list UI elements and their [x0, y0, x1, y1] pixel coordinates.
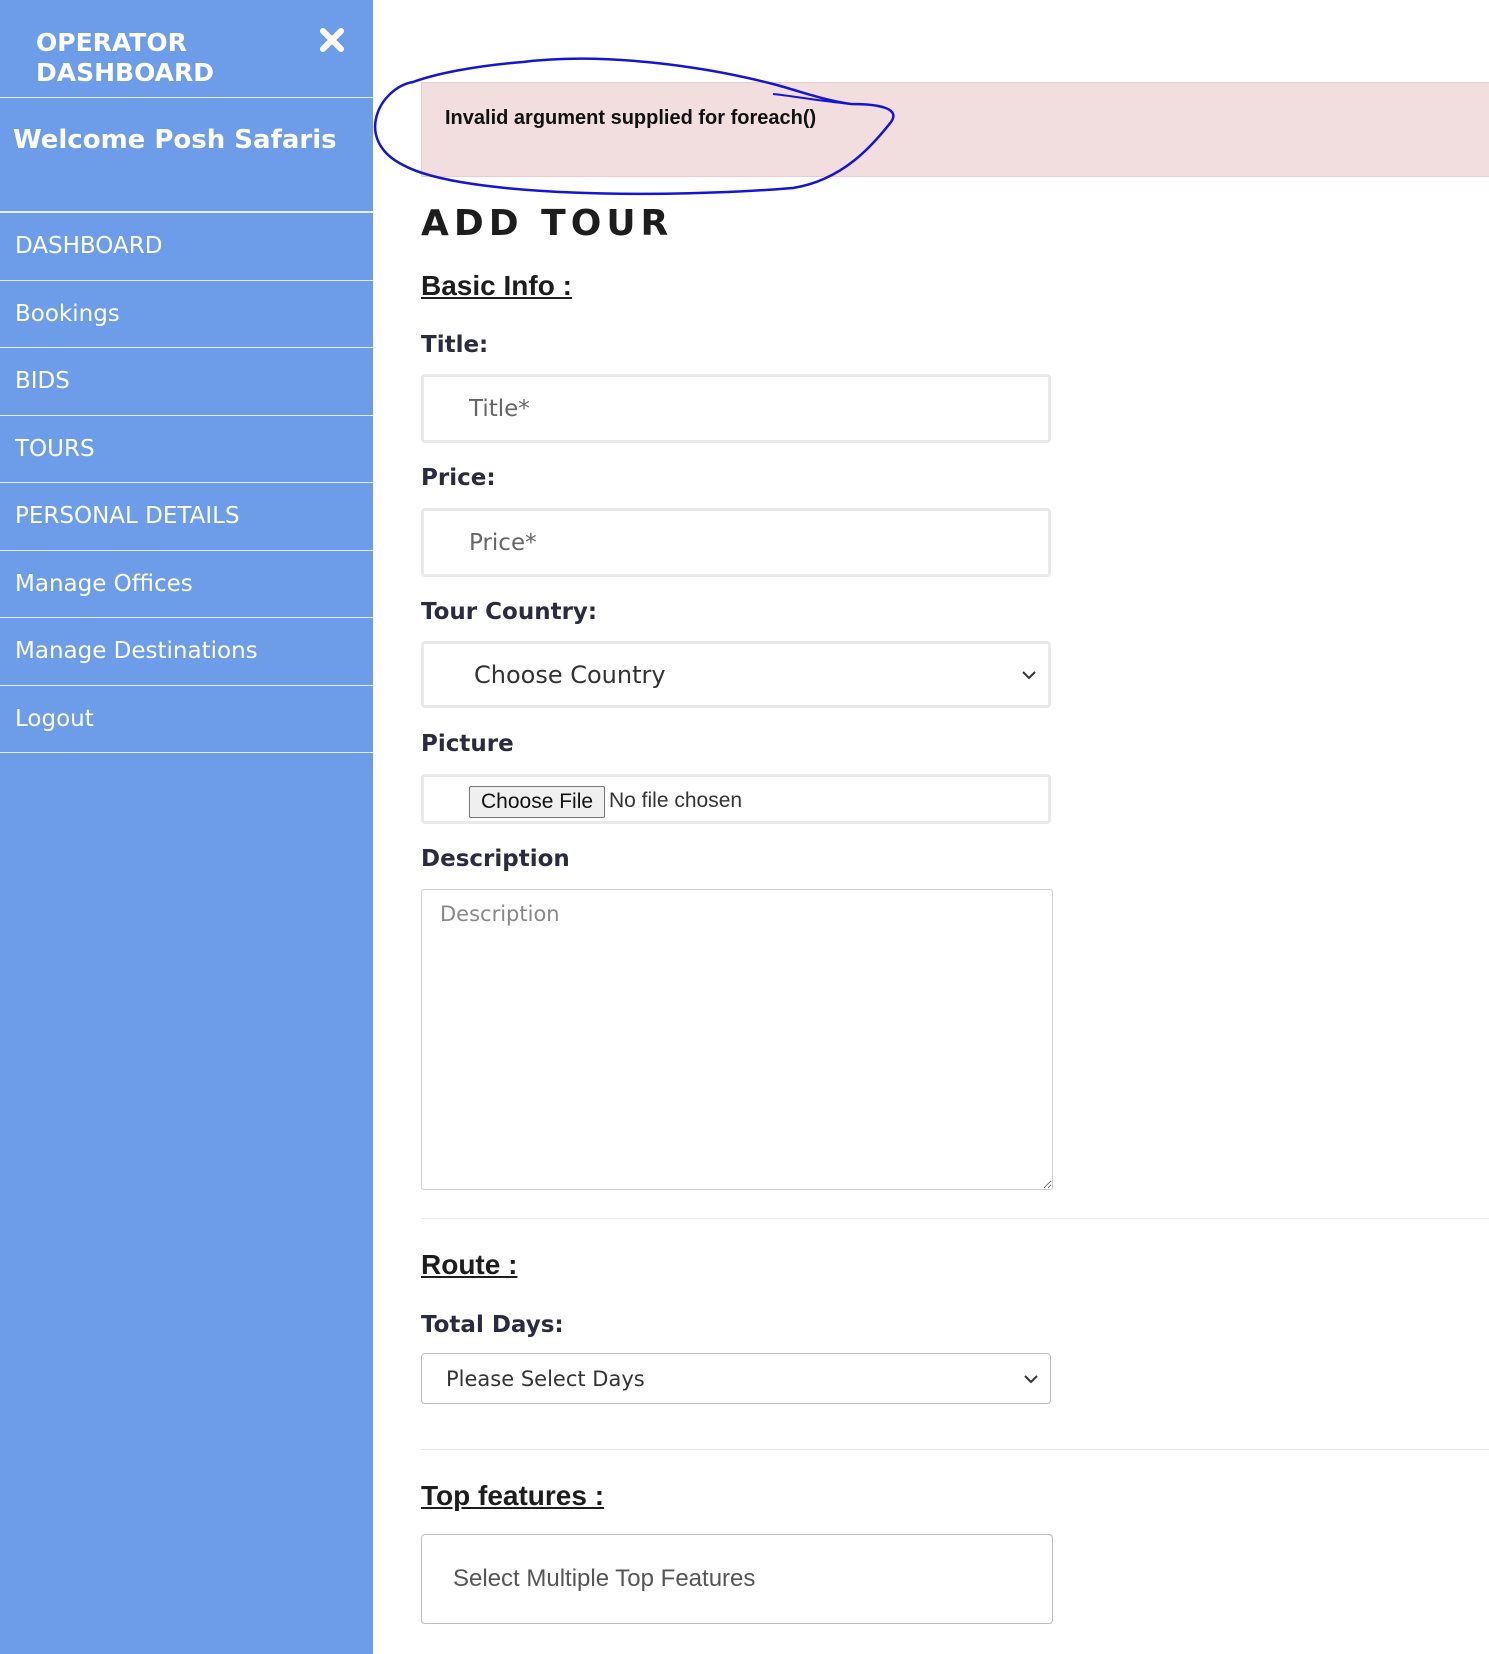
section-top-features: Top features : — [421, 1480, 605, 1511]
country-label: Tour Country: — [421, 599, 598, 625]
section-basic-info: Basic Info : — [421, 270, 572, 301]
welcome-banner: Welcome Posh Safaris — [0, 98, 373, 213]
picture-label: Picture — [421, 731, 514, 757]
sidebar-item-personal-details[interactable]: PERSONAL DETAILS — [0, 483, 373, 551]
sidebar-item-logout[interactable]: Logout — [0, 686, 373, 753]
error-alert: Invalid argument supplied for foreach() — [421, 82, 1489, 177]
file-status: No file chosen — [609, 789, 743, 812]
price-label: Price: — [421, 465, 496, 491]
description-textarea[interactable] — [421, 889, 1053, 1190]
sidebar-item-bookings[interactable]: Bookings — [0, 281, 373, 348]
sidebar-nav: DASHBOARD Bookings BIDS TOURS PERSONAL D… — [0, 213, 373, 753]
country-select[interactable]: Choose Country — [421, 641, 1051, 708]
title-input[interactable] — [421, 374, 1051, 443]
sidebar-header: OPERATOR DASHBOARD — [0, 0, 373, 98]
close-icon[interactable] — [318, 26, 346, 54]
choose-file-button[interactable]: Choose File — [469, 786, 606, 818]
price-input[interactable] — [421, 508, 1051, 577]
sidebar: OPERATOR DASHBOARD Welcome Posh Safaris … — [0, 0, 373, 1654]
error-message: Invalid argument supplied for foreach() — [445, 107, 817, 129]
page-title: ADD TOUR — [421, 203, 674, 244]
top-features-multiselect[interactable]: Select Multiple Top Features — [421, 1534, 1053, 1624]
sidebar-item-manage-destinations[interactable]: Manage Destinations — [0, 618, 373, 686]
total-days-value: Please Select Days — [446, 1366, 645, 1391]
chevron-down-icon — [1024, 1374, 1038, 1383]
picture-file-input: Choose File No file chosen — [421, 774, 1051, 824]
divider-2 — [421, 1449, 1489, 1450]
welcome-text: Welcome Posh Safaris — [13, 125, 337, 155]
chevron-down-icon — [1022, 670, 1036, 679]
sidebar-item-dashboard[interactable]: DASHBOARD — [0, 213, 373, 281]
total-days-label: Total Days: — [421, 1312, 564, 1338]
main-content: Invalid argument supplied for foreach() … — [373, 0, 1489, 1654]
sidebar-item-manage-offices[interactable]: Manage Offices — [0, 551, 373, 618]
sidebar-item-bids[interactable]: BIDS — [0, 348, 373, 416]
country-select-value: Choose Country — [474, 660, 666, 689]
section-route: Route : — [421, 1249, 518, 1280]
top-features-placeholder: Select Multiple Top Features — [453, 1565, 756, 1592]
sidebar-item-tours[interactable]: TOURS — [0, 416, 373, 483]
page: OPERATOR DASHBOARD Welcome Posh Safaris … — [0, 0, 1489, 1654]
description-label: Description — [421, 846, 570, 872]
sidebar-title: OPERATOR DASHBOARD — [36, 28, 215, 87]
divider-1 — [421, 1218, 1489, 1219]
title-label: Title: — [421, 332, 489, 358]
total-days-select[interactable]: Please Select Days — [421, 1353, 1051, 1404]
